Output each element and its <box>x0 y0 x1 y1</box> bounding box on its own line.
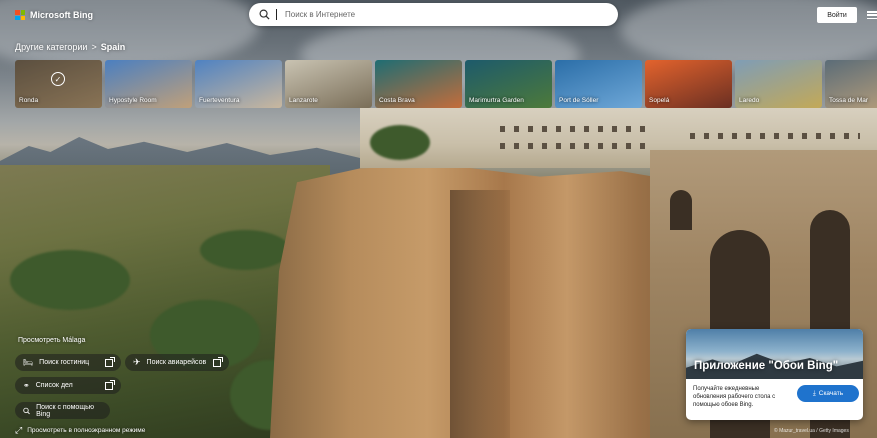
tile-label: Ronda <box>19 97 39 104</box>
search-icon <box>259 9 270 20</box>
binoculars-icon: ⚭ <box>23 381 30 390</box>
signin-button[interactable]: Войти <box>817 7 857 23</box>
tile-label: Costa Brava <box>379 97 415 104</box>
tree-cluster <box>10 250 130 310</box>
tile-label: Sopelá <box>649 97 670 104</box>
card-description: Получайте ежедневные обновления рабочего… <box>693 386 776 408</box>
search-icon <box>23 407 30 414</box>
external-link-icon <box>213 356 223 367</box>
expand-icon: ⤢ <box>15 425 23 435</box>
external-link-icon <box>105 356 115 367</box>
breadcrumb: Другие категории > Spain <box>15 42 125 52</box>
image-credit: © Mazur_travel.ua / Getty Images <box>774 428 849 434</box>
category-strip: ✓ Ronda Hypostyle Room Fuerteventura Lan… <box>15 60 877 108</box>
category-tile-ronda[interactable]: ✓ Ronda <box>15 60 102 108</box>
tile-label: Marimurtra Garden <box>469 97 524 104</box>
todo-list-button[interactable]: ⚭ Список дел <box>15 377 121 394</box>
tile-label: Fuerteventura <box>199 97 240 104</box>
tile-label: Port de Sóller <box>559 97 599 104</box>
cliff-shadow <box>450 190 510 438</box>
fullscreen-label: Просмотреть в полноэкранном режиме <box>27 427 146 434</box>
breadcrumb-separator: > <box>91 42 97 52</box>
category-tile-laredo[interactable]: Laredo <box>735 60 822 108</box>
text-cursor <box>276 9 277 20</box>
category-tile-tossa-de-mar[interactable]: Tossa de Mar <box>825 60 877 108</box>
breadcrumb-parent[interactable]: Другие категории <box>15 42 87 52</box>
explore-title: Просмотреть Málaga <box>18 337 86 344</box>
card-title: Приложение "Обои Bing" <box>694 360 839 372</box>
category-tile-marimurtra-garden[interactable]: Marimurtra Garden <box>465 60 552 108</box>
window-row <box>500 126 650 132</box>
tile-label: Lanzarote <box>289 97 318 104</box>
download-label: Скачать <box>818 390 844 397</box>
checkmark-icon: ✓ <box>51 72 65 86</box>
hotels-search-button[interactable]: 🛏 Поиск гостиниц <box>15 354 121 371</box>
tile-label: Tossa de Mar <box>829 97 869 104</box>
download-icon: ⤓ <box>812 389 816 397</box>
download-button[interactable]: ⤓ Скачать <box>797 385 859 402</box>
category-tile-port-de-soller[interactable]: Port de Sóller <box>555 60 642 108</box>
category-tile-fuerteventura[interactable]: Fuerteventura <box>195 60 282 108</box>
flights-search-button[interactable]: ✈ Поиск авиарейсов <box>125 354 229 371</box>
tile-label: Laredo <box>739 97 760 104</box>
search-input[interactable] <box>285 10 608 19</box>
app-promo-card: Приложение "Обои Bing" Получайте ежеднев… <box>686 329 863 420</box>
search-box[interactable] <box>249 3 618 26</box>
window-row <box>690 133 860 139</box>
todo-label: Список дел <box>35 382 73 389</box>
hamburger-menu-icon[interactable] <box>867 11 877 19</box>
window-row <box>500 143 650 149</box>
bridge-arch <box>670 190 692 230</box>
category-tile-sopela[interactable]: Sopelá <box>645 60 732 108</box>
hotels-label: Поиск гостиниц <box>39 359 90 366</box>
microsoft-logo-icon <box>15 10 25 20</box>
category-tile-lanzarote[interactable]: Lanzarote <box>285 60 372 108</box>
bing-search-help-button[interactable]: Поиск с помощью Bing <box>15 402 110 419</box>
tree-cluster <box>200 230 290 270</box>
fullscreen-link[interactable]: ⤢ Просмотреть в полноэкранном режиме <box>15 425 145 436</box>
tile-label: Hypostyle Room <box>109 97 157 104</box>
category-tile-hypostyle-room[interactable]: Hypostyle Room <box>105 60 192 108</box>
brand-name: Microsoft Bing <box>30 10 93 20</box>
tree-cluster <box>370 125 430 160</box>
bing-logo[interactable]: Microsoft Bing <box>15 10 93 20</box>
bing-help-label: Поиск с помощью Bing <box>36 403 94 418</box>
breadcrumb-current: Spain <box>100 42 126 52</box>
flights-label: Поиск авиарейсов <box>146 359 207 366</box>
external-link-icon <box>105 379 115 390</box>
category-tile-costa-brava[interactable]: Costa Brava <box>375 60 462 108</box>
bed-icon: 🛏 <box>23 358 34 367</box>
airplane-icon: ✈ <box>133 357 141 367</box>
